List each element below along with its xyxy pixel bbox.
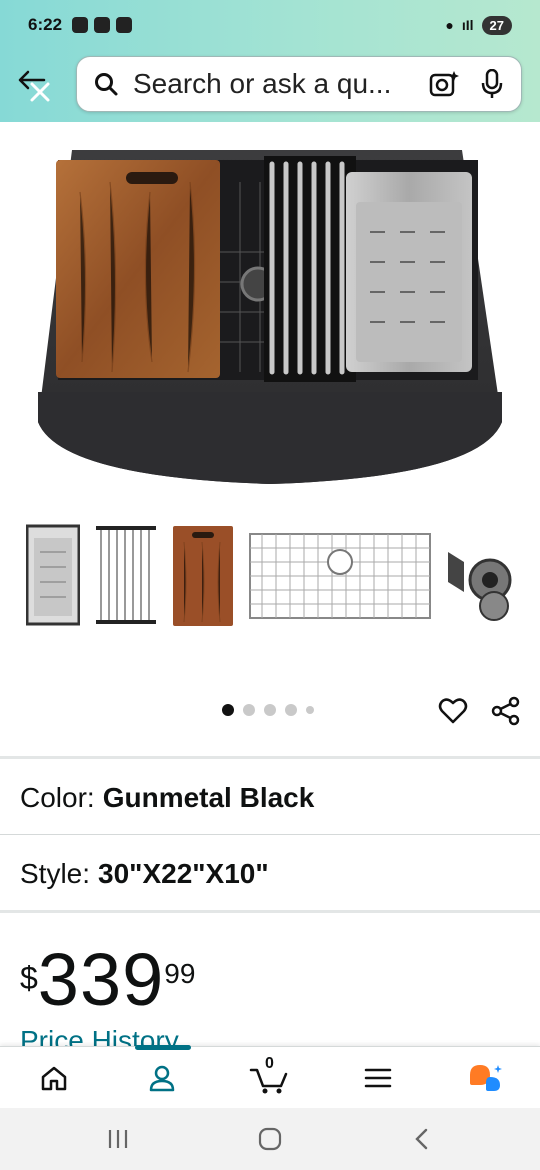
notification-icon	[72, 17, 89, 33]
image-pager	[0, 696, 540, 726]
status-bar: 6:22 ● ıIl 27	[0, 10, 540, 40]
pager-dots	[222, 704, 314, 716]
section-divider	[0, 756, 540, 759]
home-system-button[interactable]	[250, 1124, 290, 1154]
row-divider	[0, 834, 540, 835]
back-system-button[interactable]	[402, 1124, 442, 1154]
signal-icon: ıIl	[461, 17, 474, 33]
status-time: 6:22	[28, 15, 63, 34]
notification-icons	[72, 17, 133, 33]
search-bar[interactable]: Search or ask a qu...	[76, 56, 522, 112]
recent-apps-icon	[108, 1130, 128, 1148]
system-navigation-bar	[0, 1108, 540, 1170]
style-option-row[interactable]: Style: 30"X22"X10"	[0, 836, 540, 912]
active-tab-indicator	[135, 1045, 191, 1050]
thumbnail-bottom-grid[interactable]	[248, 522, 432, 628]
location-icon: ●	[445, 17, 454, 33]
nav-account[interactable]	[142, 1061, 182, 1095]
share-button[interactable]	[490, 696, 522, 726]
home-icon	[41, 1066, 67, 1091]
price-whole: 339	[37, 938, 165, 1021]
camera-search-icon[interactable]	[429, 69, 459, 99]
thumbnail-drain-strainer[interactable]	[444, 522, 514, 628]
product-thumbnail-strip	[0, 516, 540, 636]
style-label: Style:	[20, 858, 91, 889]
pager-dot[interactable]	[264, 704, 276, 716]
back-chevron-icon	[415, 1128, 428, 1150]
section-divider	[0, 910, 540, 913]
search-input[interactable]: Search or ask a qu...	[133, 68, 429, 100]
back-arrow-icon	[18, 70, 50, 102]
rufus-assistant-icon	[470, 1065, 502, 1091]
thumbnail-cutting-board[interactable]	[172, 522, 234, 628]
color-option-row[interactable]: Color: Gunmetal Black	[0, 760, 540, 836]
microphone-icon[interactable]	[477, 69, 507, 99]
thumbnail-colander[interactable]	[25, 522, 81, 628]
price-history-link[interactable]: Price History	[20, 1025, 179, 1047]
bottom-navigation: 0	[0, 1045, 540, 1108]
pager-dot[interactable]	[222, 704, 234, 716]
color-label: Color:	[20, 782, 95, 813]
pager-dot[interactable]	[285, 704, 297, 716]
notification-icon	[116, 17, 133, 33]
price-currency: $	[20, 960, 38, 996]
style-value: 30"X22"X10"	[98, 858, 269, 889]
battery-indicator: 27	[481, 15, 512, 35]
share-icon	[491, 696, 520, 726]
pager-dot[interactable]	[243, 704, 255, 716]
thumbnail-drying-rack[interactable]	[96, 522, 156, 628]
cart-count-badge: 0	[265, 1055, 274, 1072]
app-header: 6:22 ● ıIl 27 Search or ask a qu...	[0, 0, 540, 122]
recent-apps-button[interactable]	[98, 1124, 138, 1154]
account-icon	[149, 1065, 175, 1092]
heart-icon	[438, 698, 468, 724]
price-fraction: 99	[164, 958, 196, 989]
notification-icon	[94, 17, 111, 33]
product-main-image[interactable]	[0, 122, 540, 502]
price-display: $ 339 99	[20, 940, 195, 1020]
kitchen-sink-image	[38, 150, 502, 484]
wishlist-button[interactable]	[438, 696, 468, 726]
status-right: ● ıIl 27	[445, 15, 512, 35]
back-button[interactable]	[14, 66, 58, 106]
menu-icon	[364, 1068, 392, 1088]
color-value: Gunmetal Black	[102, 782, 315, 813]
nav-menu[interactable]	[358, 1061, 398, 1095]
nav-home[interactable]	[34, 1061, 74, 1095]
nav-rufus-assistant[interactable]	[466, 1061, 506, 1095]
home-circle-icon	[258, 1127, 282, 1151]
nav-cart[interactable]: 0	[248, 1055, 290, 1095]
search-icon	[91, 69, 121, 99]
pager-dot[interactable]	[306, 706, 314, 714]
